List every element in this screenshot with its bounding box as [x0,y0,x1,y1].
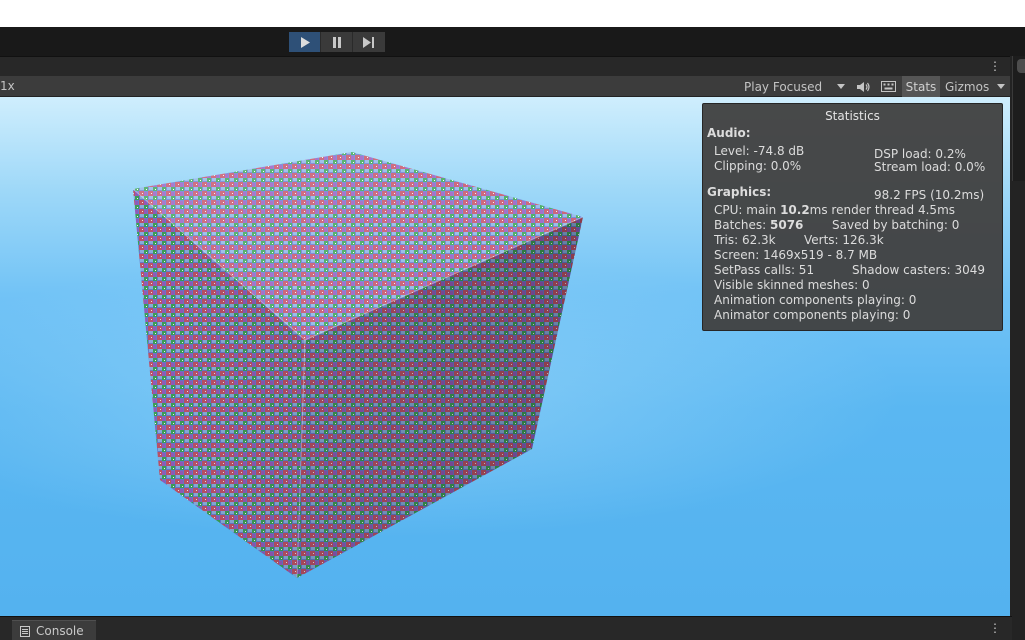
fps-readout: 98.2 FPS (10.2ms) [874,188,985,202]
cpu-line: CPU: main 10.2ms render thread 4.5ms [714,203,955,217]
tab-console[interactable]: Console [12,620,96,640]
saved-by-batching: Saved by batching: 0 [832,218,960,232]
tris: Tris: 62.3k [714,233,776,247]
stream-load: Stream load: 0.0% [874,160,986,174]
shadow-casters: Shadow casters: 3049 [852,263,986,277]
graphics-header: Graphics: [707,185,772,199]
play-mode-label: Play Focused [744,79,823,94]
bottom-panel: Console ⋮ [0,616,1012,640]
game-viewport[interactable]: Statistics Audio: Level: -74.8 dB Clippi… [0,97,1010,616]
batches: Batches: 5076 [714,218,803,232]
unity-editor-window: ⋮ 1x Play Focused Stats Gizmos Statistic… [0,0,1025,640]
pause-icon [332,36,341,48]
keyboard-icon [880,81,896,92]
dsp-load: DSP load: 0.2% [874,147,966,161]
verts: Verts: 126.3k [804,233,884,247]
cpu-suffix: ms render thread 4.5ms [809,203,956,217]
stats-toggle-button[interactable]: Stats [902,76,940,97]
keyboard-shortcuts-button[interactable] [878,76,898,97]
mute-audio-button[interactable] [853,76,873,97]
game-view-tab-strip: ⋮ [0,56,1012,76]
more-options-icon[interactable]: ⋮ [989,59,1001,73]
console-tab-label: Console [36,624,84,638]
gizmos-dropdown[interactable]: Gizmos [943,76,1009,97]
chevron-down-icon [837,84,845,89]
screen-info: Screen: 1469x519 - 8.7 MB [714,248,878,262]
cpu-prefix: CPU: main [714,203,781,217]
animator-components: Animator components playing: 0 [714,308,911,322]
audio-header: Audio: [707,126,751,140]
chevron-down-icon [997,84,1005,89]
step-button[interactable] [353,32,385,52]
gizmos-label: Gizmos [945,79,990,94]
play-mode-dropdown[interactable]: Play Focused [741,76,849,97]
panel-handle[interactable] [1017,59,1025,73]
setpass-calls: SetPass calls: 51 [714,263,815,277]
skinned-meshes: Visible skinned meshes: 0 [714,278,870,292]
game-view-toolbar: 1x Play Focused Stats Gizmos [0,76,1012,97]
audio-clipping: Clipping: 0.0% [714,159,802,173]
step-icon [363,36,374,48]
batches-value: 5076 [770,218,804,232]
console-icon [20,625,30,637]
cpu-main-value: 10.2 [780,203,810,217]
statistics-panel: Statistics Audio: Level: -74.8 dB Clippi… [702,103,1003,331]
speaker-icon [857,81,870,92]
more-options-icon[interactable]: ⋮ [989,621,1001,635]
play-icon [300,36,310,48]
play-button[interactable] [289,32,321,52]
stats-title: Statistics [825,109,880,123]
main-toolbar [0,27,1025,56]
stats-label: Stats [905,79,937,94]
title-strip [0,0,1025,27]
scale-label[interactable]: 1x [0,79,15,93]
inspector-edge [1012,56,1025,181]
audio-level: Level: -74.8 dB [714,144,805,158]
pause-button[interactable] [321,32,353,52]
batches-prefix: Batches: [714,218,770,232]
play-controls [289,32,385,52]
animation-components: Animation components playing: 0 [714,293,917,307]
